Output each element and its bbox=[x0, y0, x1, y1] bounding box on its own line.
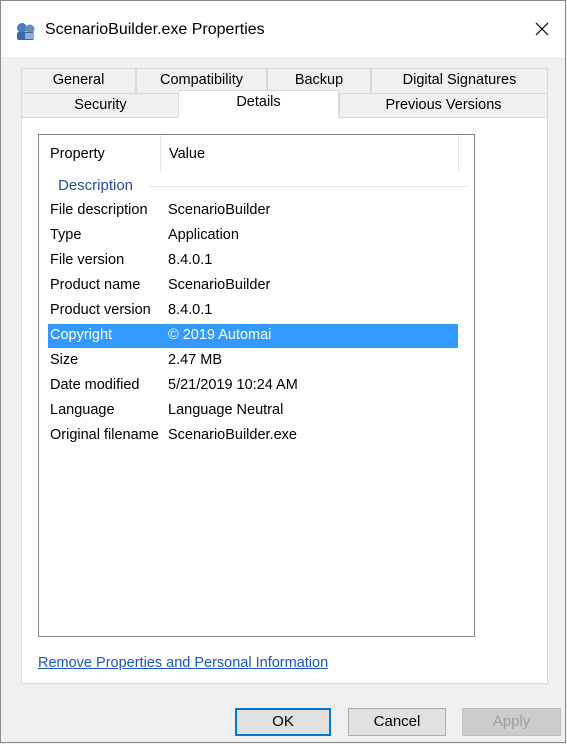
property-cell: File description bbox=[50, 202, 148, 218]
value-cell: Language Neutral bbox=[168, 402, 284, 418]
value-cell: 2.47 MB bbox=[168, 352, 222, 368]
list-header: Property Value bbox=[39, 135, 474, 173]
property-cell: Date modified bbox=[50, 377, 140, 393]
table-row[interactable]: Size 2.47 MB bbox=[48, 349, 458, 373]
tab-general[interactable]: General bbox=[21, 68, 136, 93]
apply-button[interactable]: Apply bbox=[462, 708, 561, 736]
table-row[interactable]: Type Application bbox=[48, 224, 458, 248]
column-header-property[interactable]: Property bbox=[50, 146, 105, 162]
value-cell: © 2019 Automai bbox=[168, 327, 272, 343]
table-row[interactable]: Date modified 5/21/2019 10:24 AM bbox=[48, 374, 458, 398]
value-cell: ScenarioBuilder.exe bbox=[168, 427, 297, 443]
table-row-selected[interactable]: Copyright © 2019 Automai bbox=[48, 324, 458, 348]
table-row[interactable]: File version 8.4.0.1 bbox=[48, 249, 458, 273]
properties-window: ScenarioBuilder.exe Properties General C… bbox=[0, 0, 566, 743]
property-cell: Original filename bbox=[50, 427, 159, 443]
value-cell: ScenarioBuilder bbox=[168, 277, 271, 293]
property-cell: Size bbox=[50, 352, 79, 368]
tab-digital-signatures[interactable]: Digital Signatures bbox=[371, 68, 548, 93]
tab-security[interactable]: Security bbox=[21, 93, 180, 118]
property-cell: Product name bbox=[50, 277, 141, 293]
property-cell: Type bbox=[50, 227, 82, 243]
table-row[interactable]: Original filename ScenarioBuilder.exe bbox=[48, 424, 458, 448]
property-cell: Product version bbox=[50, 302, 151, 318]
group-divider bbox=[149, 186, 469, 187]
value-cell: 8.4.0.1 bbox=[168, 302, 213, 318]
tab-details[interactable]: Details bbox=[178, 90, 339, 118]
value-cell: 5/21/2019 10:24 AM bbox=[168, 377, 298, 393]
tab-strip: General Compatibility Backup Digital Sig… bbox=[1, 1, 567, 121]
property-cell: File version bbox=[50, 252, 125, 268]
property-cell: Copyright bbox=[50, 327, 113, 343]
details-panel: Property Value Description File descript… bbox=[21, 117, 548, 684]
value-cell: ScenarioBuilder bbox=[168, 202, 271, 218]
table-row[interactable]: Product version 8.4.0.1 bbox=[48, 299, 458, 323]
column-divider[interactable] bbox=[160, 135, 161, 172]
property-cell: Language bbox=[50, 402, 115, 418]
column-divider[interactable] bbox=[458, 135, 459, 172]
tab-previous-versions[interactable]: Previous Versions bbox=[339, 93, 548, 118]
remove-properties-link[interactable]: Remove Properties and Personal Informati… bbox=[38, 655, 328, 671]
value-cell: Application bbox=[168, 227, 239, 243]
table-row[interactable]: Language Language Neutral bbox=[48, 399, 458, 423]
group-header-description: Description bbox=[58, 177, 134, 194]
table-row[interactable]: Product name ScenarioBuilder bbox=[48, 274, 458, 298]
value-cell: 8.4.0.1 bbox=[168, 252, 213, 268]
ok-button[interactable]: OK bbox=[235, 708, 331, 736]
cancel-button[interactable]: Cancel bbox=[348, 708, 446, 736]
column-header-value[interactable]: Value bbox=[169, 146, 205, 162]
details-list[interactable]: Property Value Description File descript… bbox=[38, 134, 475, 637]
table-row[interactable]: File description ScenarioBuilder bbox=[48, 199, 458, 223]
